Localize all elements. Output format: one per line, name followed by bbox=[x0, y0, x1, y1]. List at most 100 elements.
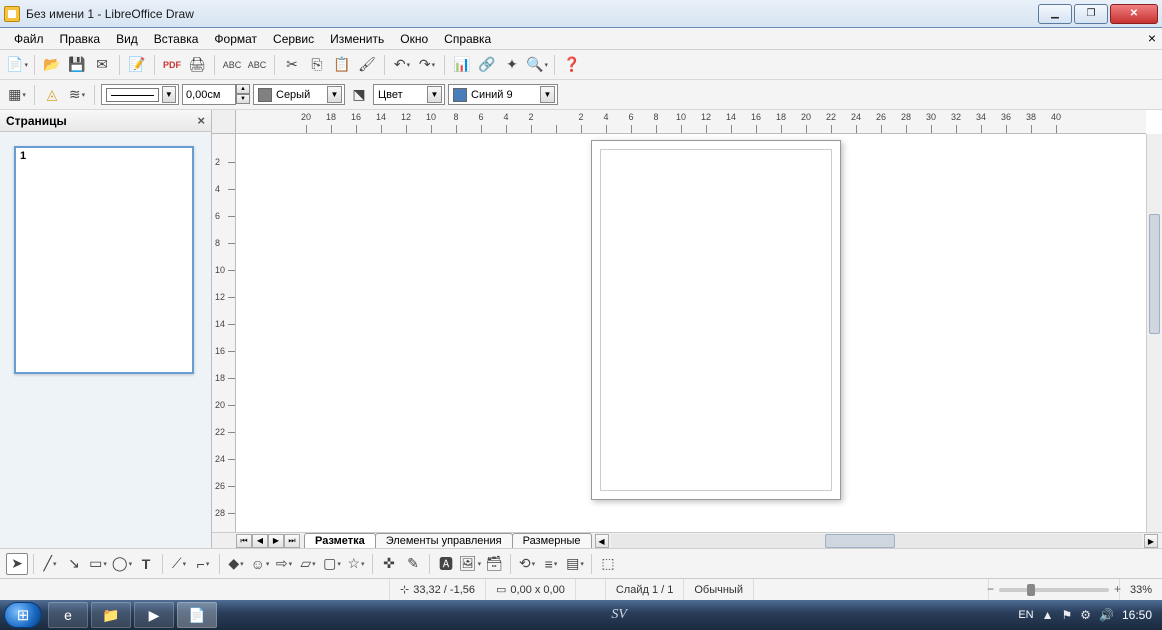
open-button[interactable]: 📂 bbox=[41, 54, 63, 76]
redo-button[interactable]: ↷ bbox=[416, 54, 438, 76]
undo-button[interactable]: ↶ bbox=[391, 54, 413, 76]
callout-tool[interactable]: ▢ bbox=[321, 553, 343, 575]
page-thumbnail-1[interactable]: 1 bbox=[14, 146, 194, 374]
email-button[interactable]: ✉ bbox=[91, 54, 113, 76]
tray-network-icon[interactable]: ⚙ bbox=[1080, 608, 1091, 622]
hscroll-left-button[interactable]: ◀ bbox=[595, 534, 609, 548]
glue-points-button[interactable]: ◬ bbox=[41, 84, 63, 106]
menu-tools[interactable]: Сервис bbox=[265, 30, 322, 48]
fill-mode-combo[interactable]: Цвет ▼ bbox=[373, 84, 445, 105]
symbol-shapes-tool[interactable]: ☺ bbox=[249, 553, 271, 575]
menu-edit[interactable]: Правка bbox=[52, 30, 109, 48]
window-close-button[interactable] bbox=[1110, 4, 1158, 24]
window-minimize-button[interactable] bbox=[1038, 4, 1072, 24]
drawing-page[interactable] bbox=[591, 140, 841, 500]
prev-page-button[interactable]: ◀ bbox=[252, 534, 268, 548]
line-width-down[interactable]: ▼ bbox=[236, 94, 250, 104]
tray-language[interactable]: EN bbox=[1018, 609, 1033, 621]
grid-snap-button[interactable]: ▦ bbox=[6, 84, 28, 106]
text-tool[interactable]: T bbox=[135, 553, 157, 575]
layer-tab-layout[interactable]: Разметка bbox=[304, 533, 376, 548]
fill-color-combo[interactable]: Синий 9 ▼ bbox=[448, 84, 558, 105]
hyperlink-button[interactable]: 🔗 bbox=[476, 54, 498, 76]
ruler-origin[interactable] bbox=[212, 110, 236, 134]
select-tool[interactable]: ➤ bbox=[6, 553, 28, 575]
last-page-button[interactable]: ⏭ bbox=[284, 534, 300, 548]
edit-file-button[interactable]: 📝 bbox=[126, 54, 148, 76]
menu-window[interactable]: Окно bbox=[392, 30, 436, 48]
from-file-tool[interactable]: 🖼 bbox=[459, 553, 481, 575]
status-page-style[interactable]: Обычный bbox=[684, 579, 754, 600]
close-document-button[interactable]: × bbox=[1148, 30, 1156, 46]
line-width-input[interactable] bbox=[182, 84, 236, 105]
navigator-button[interactable]: ✦ bbox=[501, 54, 523, 76]
menu-view[interactable]: Вид bbox=[108, 30, 146, 48]
tray-show-hidden-icon[interactable]: ▲ bbox=[1042, 608, 1054, 622]
extrusion-tool[interactable]: ⬚ bbox=[597, 553, 619, 575]
tray-volume-icon[interactable]: 🔊 bbox=[1099, 608, 1114, 622]
first-page-button[interactable]: ⏮ bbox=[236, 534, 252, 548]
cut-button[interactable]: ✂ bbox=[281, 54, 303, 76]
hscroll-thumb[interactable] bbox=[825, 534, 895, 548]
taskbar-ie[interactable]: e bbox=[48, 602, 88, 628]
hscroll-right-button[interactable]: ▶ bbox=[1144, 534, 1158, 548]
status-slide[interactable]: Слайд 1 / 1 bbox=[606, 579, 685, 600]
horizontal-scrollbar[interactable]: ◀ ▶ bbox=[595, 533, 1159, 548]
basic-shapes-tool[interactable]: ◆ bbox=[225, 553, 247, 575]
flowchart-tool[interactable]: ▱ bbox=[297, 553, 319, 575]
fontwork-tool[interactable]: 🅰 bbox=[435, 553, 457, 575]
line-style-combo[interactable]: ▼ bbox=[101, 84, 179, 105]
layer-tab-dimensions[interactable]: Размерные bbox=[512, 533, 592, 548]
canvas-viewport[interactable] bbox=[236, 134, 1146, 532]
stars-tool[interactable]: ☆ bbox=[345, 553, 367, 575]
zoom-slider[interactable]: − + bbox=[999, 588, 1109, 592]
help-button[interactable]: ❓ bbox=[561, 54, 583, 76]
connector-tool[interactable]: ⌐ bbox=[192, 553, 214, 575]
arrange-tool[interactable]: ▤ bbox=[564, 553, 586, 575]
spellcheck-button[interactable]: ABC bbox=[221, 54, 243, 76]
ellipse-tool[interactable]: ◯ bbox=[111, 553, 133, 575]
menu-modify[interactable]: Изменить bbox=[322, 30, 392, 48]
gluepoints-tool[interactable]: ✎ bbox=[402, 553, 424, 575]
vertical-scrollbar-thumb[interactable] bbox=[1149, 214, 1160, 334]
zoom-percent[interactable]: 33% bbox=[1120, 579, 1162, 600]
zoom-out-icon[interactable]: − bbox=[987, 582, 994, 596]
next-page-button[interactable]: ▶ bbox=[268, 534, 284, 548]
arrange-button[interactable]: ≋ bbox=[66, 84, 88, 106]
chart-button[interactable]: 📊 bbox=[451, 54, 473, 76]
horizontal-ruler[interactable]: 2018161412108642246810121416182022242628… bbox=[236, 110, 1146, 134]
zoom-in-icon[interactable]: + bbox=[1114, 582, 1121, 596]
gallery-tool[interactable]: 🗃 bbox=[483, 553, 505, 575]
line-width-up[interactable]: ▲ bbox=[236, 84, 250, 94]
taskbar-explorer[interactable]: 📁 bbox=[91, 602, 131, 628]
area-style-button[interactable]: ⬔ bbox=[348, 84, 370, 106]
menu-insert[interactable]: Вставка bbox=[146, 30, 207, 48]
export-pdf-button[interactable]: PDF bbox=[161, 54, 183, 76]
menu-help[interactable]: Справка bbox=[436, 30, 499, 48]
taskbar-media[interactable]: ▶ bbox=[134, 602, 174, 628]
paste-button[interactable]: 📋 bbox=[331, 54, 353, 76]
menu-file[interactable]: Файл bbox=[6, 30, 52, 48]
curve-tool[interactable]: ⟋ bbox=[168, 553, 190, 575]
taskbar-librodraw[interactable]: 📄 bbox=[177, 602, 217, 628]
tray-flag-icon[interactable]: ⚑ bbox=[1061, 608, 1072, 622]
print-button[interactable]: 🖨 bbox=[186, 54, 208, 76]
line-color-combo[interactable]: Серый ▼ bbox=[253, 84, 345, 105]
menu-format[interactable]: Формат bbox=[206, 30, 265, 48]
vertical-scrollbar[interactable] bbox=[1146, 134, 1162, 532]
layer-tab-controls[interactable]: Элементы управления bbox=[375, 533, 513, 548]
vertical-ruler[interactable]: 246810121416182022242628 bbox=[212, 134, 236, 532]
save-button[interactable]: 💾 bbox=[66, 54, 88, 76]
zoom-slider-knob[interactable] bbox=[1027, 584, 1035, 596]
window-maximize-button[interactable] bbox=[1074, 4, 1108, 24]
pages-panel-close-button[interactable]: × bbox=[197, 113, 205, 128]
rectangle-tool[interactable]: ▭ bbox=[87, 553, 109, 575]
zoom-button[interactable]: 🔍 bbox=[526, 54, 548, 76]
edit-points-tool[interactable]: ✜ bbox=[378, 553, 400, 575]
zoom-slider-cell[interactable]: − + bbox=[989, 579, 1120, 600]
new-button[interactable]: 📄 bbox=[6, 54, 28, 76]
tray-clock[interactable]: 16:50 bbox=[1122, 608, 1152, 622]
auto-spellcheck-button[interactable]: ABC bbox=[246, 54, 268, 76]
line-tool[interactable]: ╱ bbox=[39, 553, 61, 575]
align-tool[interactable]: ≡ bbox=[540, 553, 562, 575]
